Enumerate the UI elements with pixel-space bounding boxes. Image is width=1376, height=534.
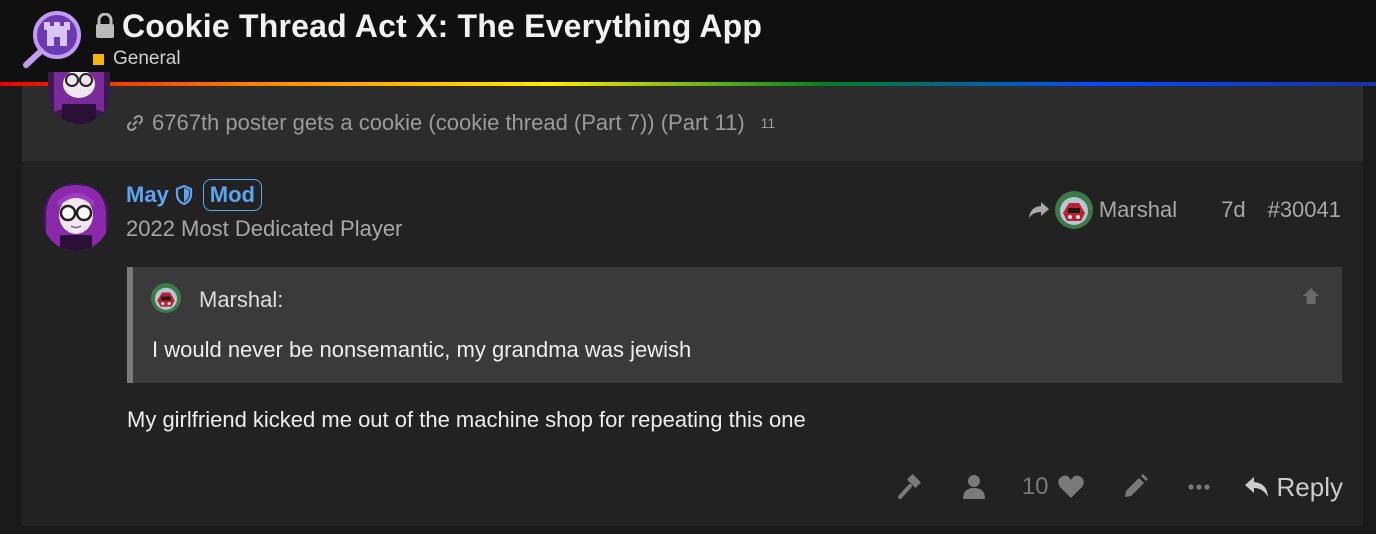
site-logo[interactable] [22, 8, 84, 68]
category-badge[interactable]: General [93, 48, 181, 70]
mod-badge[interactable]: Mod [202, 179, 262, 211]
castle-magnifier-logo-icon [23, 11, 81, 68]
pencil-icon [1124, 474, 1148, 497]
reply-to-username[interactable]: Marshal [1099, 197, 1177, 223]
reply-to-avatar-image-icon [1054, 191, 1093, 229]
moderation-button[interactable] [896, 473, 924, 501]
username[interactable]: May [126, 182, 169, 208]
reply-arrow-icon [1244, 477, 1268, 497]
edit-button[interactable] [1121, 473, 1149, 501]
user-title: 2022 Most Dedicated Player [126, 216, 403, 241]
avatar-image-icon [42, 183, 110, 251]
topic-link[interactable]: 6767th poster gets a cookie (cookie thre… [126, 110, 775, 136]
post-actions: 10 Reply [896, 467, 1343, 507]
quote-avatar-image-icon [151, 283, 181, 313]
reply-button[interactable]: Reply [1243, 472, 1343, 503]
user-icon [962, 475, 985, 499]
quote-block: Marshal: I would never be nonsemantic, m… [127, 267, 1342, 383]
category-color-square [93, 53, 104, 65]
reply-label[interactable]: Reply [1277, 472, 1343, 503]
post-number[interactable]: #30041 [1268, 197, 1341, 223]
reply-to-avatar[interactable] [1054, 191, 1093, 229]
link-icon [126, 114, 144, 132]
post-author-row: May Mod [126, 179, 262, 211]
lock-icon [96, 13, 114, 38]
previous-post: 6767th poster gets a cookie (cookie thre… [22, 72, 1363, 161]
user-card-button[interactable] [960, 473, 988, 501]
ellipsis-icon [1187, 484, 1210, 490]
site-header: Cookie Thread Act X: The Everything App … [0, 0, 1376, 83]
avatar[interactable] [48, 72, 110, 124]
more-options-button[interactable] [1185, 473, 1213, 501]
reply-to-arrow-icon[interactable] [1027, 200, 1051, 220]
topic-title-row: Cookie Thread Act X: The Everything App [94, 6, 762, 46]
link-click-count: 11 [760, 115, 776, 131]
like-button[interactable]: 10 [1022, 473, 1085, 501]
post: May Mod 2022 Most Dedicated Player Marsh… [22, 161, 1363, 526]
post-meta: Marshal 7d #30041 [1027, 191, 1341, 229]
avatar-image-icon [48, 72, 110, 124]
avatar[interactable] [42, 183, 110, 251]
arrow-up-icon[interactable] [1300, 285, 1322, 307]
hammer-icon [897, 474, 921, 499]
heart-icon [1057, 475, 1084, 498]
shield-icon [175, 185, 192, 205]
topic-link-text[interactable]: 6767th poster gets a cookie (cookie thre… [152, 110, 745, 136]
like-count[interactable]: 10 [1022, 473, 1049, 501]
post-date[interactable]: 7d [1221, 197, 1245, 223]
topic-title[interactable]: Cookie Thread Act X: The Everything App [122, 8, 762, 45]
quote-author[interactable]: Marshal: [199, 287, 283, 313]
quote-avatar[interactable] [151, 283, 181, 313]
post-body: My girlfriend kicked me out of the machi… [127, 407, 806, 432]
category-name: General [113, 48, 181, 69]
quote-text: I would never be nonsemantic, my grandma… [152, 337, 692, 362]
